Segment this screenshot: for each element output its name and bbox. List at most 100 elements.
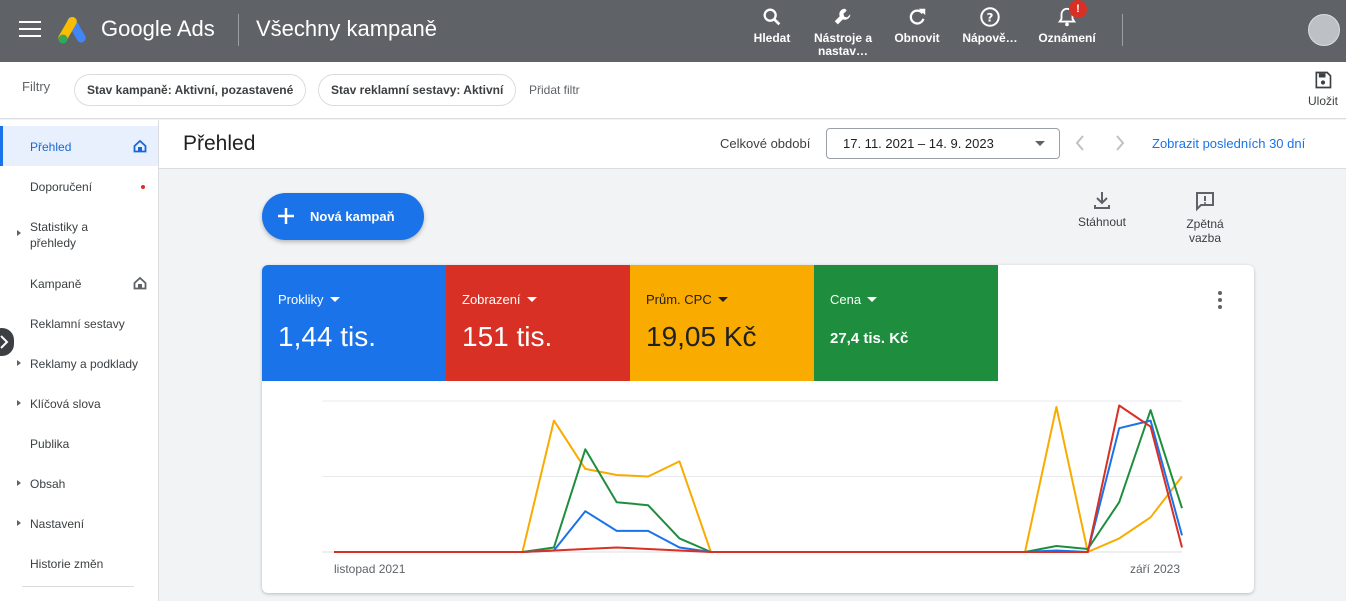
notification-dot xyxy=(141,185,145,189)
sidebar-item-label: Doporučení xyxy=(30,180,93,194)
help-icon: ? xyxy=(980,7,1000,27)
menu-icon[interactable] xyxy=(19,21,41,39)
download-icon xyxy=(1094,192,1110,209)
save-icon xyxy=(1315,71,1332,89)
page-title: Přehled xyxy=(183,132,256,155)
tools-settings-label: Nástroje a nastav… xyxy=(813,31,873,58)
metrics-card: Prokliky 1,44 tis. Zobrazení 151 tis. Pr… xyxy=(262,265,1254,593)
sidebar-item-label: Přehled xyxy=(30,140,72,154)
sidebar-item-label: Reklamy a podklady xyxy=(30,357,139,371)
filter-bar: Filtry Stav kampaně: Aktivní, pozastaven… xyxy=(0,62,1346,119)
avatar[interactable] xyxy=(1308,14,1340,46)
top-bar: Google Ads Všechny kampaně Hledat Nástro… xyxy=(0,0,1346,62)
header-divider xyxy=(238,14,239,46)
metric-value: 1,44 tis. xyxy=(278,321,377,352)
sidebar-item-change-history[interactable]: Historie změn xyxy=(0,542,158,582)
metric-avg-cpc[interactable]: Prům. CPC 19,05 Kč xyxy=(630,265,814,381)
sidebar-item-content[interactable]: Obsah xyxy=(0,462,158,502)
metric-clicks[interactable]: Prokliky 1,44 tis. xyxy=(262,265,446,381)
sidebar-item-label: Kampaně xyxy=(30,277,82,291)
download-button[interactable]: Stáhnout xyxy=(1072,190,1132,229)
expand-arrow-icon xyxy=(17,230,21,236)
sidebar-item-keywords[interactable]: Klíčová slova xyxy=(0,382,158,422)
save-button[interactable]: Uložit xyxy=(1305,70,1341,108)
chevron-right-icon[interactable] xyxy=(1114,134,1126,152)
notifications-label: Oznámení xyxy=(1038,31,1096,45)
dropdown-caret-icon xyxy=(867,297,878,302)
filter-chip-campaign-status[interactable]: Stav kampaně: Aktivní, pozastavené xyxy=(74,74,307,106)
sidebar-divider xyxy=(22,586,134,587)
filter-label: Filtry xyxy=(22,79,51,94)
chevron-left-icon[interactable] xyxy=(1074,134,1086,152)
notifications-tool[interactable]: ! Oznámení xyxy=(1037,0,1097,45)
chart-series-line-1 xyxy=(334,409,1183,553)
sidebar-item-recommendations[interactable]: Doporučení xyxy=(0,166,158,206)
dropdown-caret-icon xyxy=(329,297,340,302)
date-range-value: 17. 11. 2021 – 14. 9. 2023 xyxy=(843,136,994,151)
last-30-days-link[interactable]: Zobrazit posledních 30 dní xyxy=(1152,136,1305,151)
help-tool[interactable]: ? Nápově… xyxy=(960,6,1020,45)
sidebar-item-label: Klíčová slova xyxy=(30,397,101,411)
metric-value: 151 tis. xyxy=(462,321,553,352)
new-campaign-button[interactable]: Nová kampaň xyxy=(262,193,424,240)
date-range-select[interactable]: 17. 11. 2021 – 14. 9. 2023 xyxy=(826,128,1060,159)
metric-cost[interactable]: Cena 27,4 tis. Kč xyxy=(814,265,998,381)
feedback-button[interactable]: Zpětná vazba xyxy=(1178,190,1232,245)
feedback-label: Zpětná vazba xyxy=(1186,217,1224,245)
refresh-label: Obnovit xyxy=(894,31,940,45)
plus-icon xyxy=(278,208,294,224)
sidebar-item-campaigns[interactable]: Kampaně xyxy=(0,262,158,302)
more-options-icon[interactable] xyxy=(1212,291,1228,311)
search-icon xyxy=(763,8,781,26)
metric-name: Prokliky xyxy=(278,292,340,307)
x-axis-end-label: září 2023 xyxy=(1130,562,1181,576)
metric-name: Prům. CPC xyxy=(646,292,728,307)
metric-name: Cena xyxy=(830,292,878,307)
sidebar-item-label: Statistiky a přehledy xyxy=(30,220,89,250)
download-label: Stáhnout xyxy=(1077,215,1127,229)
expand-arrow-icon xyxy=(17,360,21,366)
svg-text:?: ? xyxy=(987,11,994,25)
sidebar-item-label: Obsah xyxy=(30,477,66,491)
notification-badge: ! xyxy=(1069,0,1087,18)
refresh-icon xyxy=(909,8,926,25)
metric-value: 27,4 tis. Kč xyxy=(830,330,909,347)
metric-name-label: Cena xyxy=(830,292,862,307)
sidebar-item-ads-assets[interactable]: Reklamy a podklady xyxy=(0,342,158,382)
sidebar-item-label: Historie změn xyxy=(30,557,104,571)
sidebar-item-overview[interactable]: Přehled xyxy=(0,126,158,166)
dropdown-caret-icon xyxy=(526,297,537,302)
sidebar-item-label: Publika xyxy=(30,437,70,451)
metric-name-label: Prům. CPC xyxy=(646,292,712,307)
wrench-icon xyxy=(834,8,851,25)
sidebar-item-statistics[interactable]: Statistiky a přehledy xyxy=(0,206,158,262)
sidebar-item-label: Nastavení xyxy=(30,517,85,531)
home-icon xyxy=(133,276,147,290)
sidebar-item-ad-groups[interactable]: Reklamní sestavy xyxy=(0,302,158,342)
brand-name: Google Ads xyxy=(101,16,215,41)
search-tool[interactable]: Hledat xyxy=(752,6,792,45)
filter-chip-adgroup-status[interactable]: Stav reklamní sestavy: Aktivní xyxy=(318,74,517,106)
expand-arrow-icon xyxy=(17,400,21,406)
refresh-tool[interactable]: Obnovit xyxy=(894,6,940,45)
search-tool-label: Hledat xyxy=(753,31,791,45)
chart-series-line-0 xyxy=(334,406,1183,553)
page-heading: Všechny kampaně xyxy=(256,16,437,41)
sidebar-item-settings[interactable]: Nastavení xyxy=(0,502,158,542)
metric-name: Zobrazení xyxy=(462,292,537,307)
sidebar-item-audiences[interactable]: Publika xyxy=(0,422,158,462)
save-label: Uložit xyxy=(1307,94,1338,108)
sidebar: Přehled Doporučení Statistiky a přehledy… xyxy=(0,120,159,601)
dropdown-caret-icon xyxy=(717,297,728,302)
metric-name-label: Zobrazení xyxy=(462,292,521,307)
metric-impressions[interactable]: Zobrazení 151 tis. xyxy=(446,265,630,381)
new-campaign-label: Nová kampaň xyxy=(310,209,395,224)
feedback-icon xyxy=(1196,192,1214,212)
tools-settings-tool[interactable]: Nástroje a nastav… xyxy=(812,6,874,58)
expand-arrow-icon xyxy=(17,480,21,486)
metric-name-label: Prokliky xyxy=(278,292,324,307)
header-divider-right xyxy=(1122,14,1123,46)
page-header: Přehled Celkové období 17. 11. 2021 – 14… xyxy=(159,120,1346,169)
add-filter-link[interactable]: Přidat filtr xyxy=(529,83,580,97)
chart-series-line-2 xyxy=(334,419,1183,553)
